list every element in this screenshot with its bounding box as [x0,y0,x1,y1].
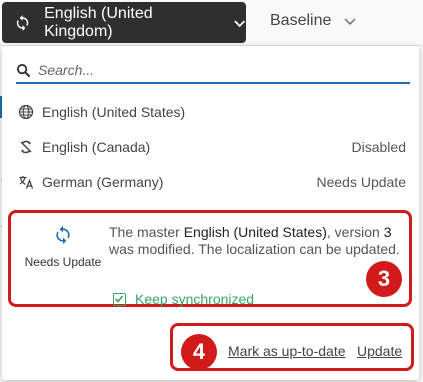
globe-icon [18,104,34,120]
sync-icon [56,225,70,245]
search-icon [16,63,31,77]
keep-synchronized-label: Keep synchronized [135,291,255,307]
language-dropdown-panel: English (United States) English (Canada)… [2,46,419,380]
language-name: English (Canada) [42,139,151,155]
language-name: English (United States) [42,104,186,120]
sync-state: Needs Update [21,225,105,271]
translate-icon [19,176,34,189]
language-item-german[interactable]: German (Germany) Needs Update [2,165,419,199]
chevron-down-icon [344,18,356,25]
checkbox-icon [113,292,126,306]
master-version: 3 [383,224,392,240]
message-text: was modified. The localization can be up… [109,241,400,257]
message-text: The master [109,224,184,240]
language-status: Disabled [351,139,406,155]
language-item-english-canada[interactable]: English (Canada) Disabled [2,130,419,164]
sync-icon [16,14,29,31]
baseline-dropdown[interactable]: Baseline [270,12,357,30]
sync-status-panel: Needs Update The master English (United … [8,210,412,307]
language-name: German (Germany) [42,174,164,190]
mark-as-up-to-date-link[interactable]: Mark as up-to-date [228,343,346,359]
search-row [16,58,410,84]
language-item-english-us[interactable]: English (United States) [2,95,419,129]
master-language: English (United States) [183,224,327,240]
callout-badge-3: 3 [366,261,402,297]
language-selector-button[interactable]: English (United Kingdom) [2,2,246,43]
sync-disabled-icon [20,140,32,154]
chevron-down-icon [233,19,245,27]
update-link[interactable]: Update [357,343,402,359]
language-status: Needs Update [316,174,406,190]
callout-badge-4: 4 [181,334,217,370]
sync-state-label: Needs Update [24,255,102,269]
selected-language-label: English (United Kingdom) [44,4,153,40]
message-text: , version [326,224,384,240]
sync-status-message: The master English (United States), vers… [109,224,409,258]
search-input[interactable] [38,62,388,78]
baseline-label: Baseline [270,12,332,29]
keep-synchronized-checkbox[interactable]: Keep synchronized [113,291,254,307]
